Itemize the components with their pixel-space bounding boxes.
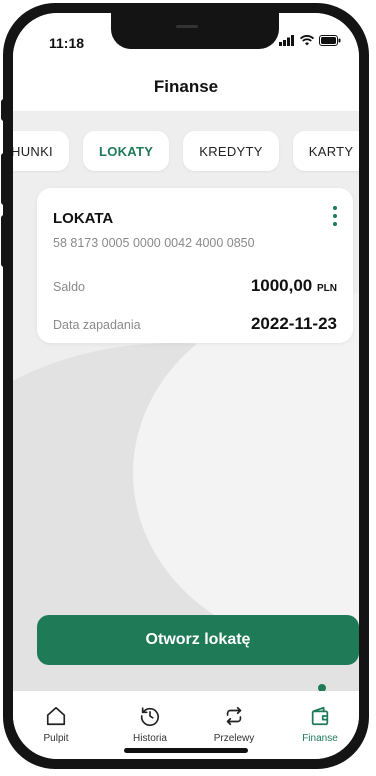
- account-number: 58 8173 0005 0000 0042 4000 0850: [53, 236, 255, 250]
- deposit-card[interactable]: LOKATA 58 8173 0005 0000 0042 4000 0850 …: [37, 188, 353, 343]
- header: 11:18 Finanse: [13, 13, 359, 111]
- menu-dot: [333, 222, 337, 226]
- menu-dot: [333, 214, 337, 218]
- side-button: [1, 215, 7, 267]
- maturity-date: 2022-11-23: [250, 314, 337, 333]
- tab-rachunki[interactable]: HUNKI: [13, 131, 69, 171]
- history-icon: [140, 707, 160, 727]
- speaker: [176, 25, 198, 28]
- status-icons: [279, 35, 341, 46]
- menu-dot: [333, 206, 337, 210]
- balance-value: 1000,00: [250, 276, 313, 295]
- status-time: 11:18: [49, 35, 85, 51]
- tab-karty[interactable]: KARTY: [292, 131, 359, 171]
- home-indicator: [124, 748, 248, 753]
- balance-currency: PLN: [317, 283, 337, 294]
- side-button: [1, 99, 7, 121]
- nav-przelewy[interactable]: Przelewy: [199, 705, 269, 744]
- tab-lokaty[interactable]: LOKATY: [82, 131, 170, 171]
- nav-pulpit[interactable]: Pulpit: [21, 705, 91, 744]
- nav-label: Przelewy: [213, 733, 255, 744]
- nav-label: Finanse: [302, 733, 338, 744]
- nav-label: Historia: [133, 733, 167, 744]
- phone-frame: 11:18 Finanse HUNKI LOKATY KREDYTY KARTY…: [1, 3, 369, 769]
- maturity-label: Data zapadania: [53, 318, 141, 332]
- balance-label: Saldo: [53, 280, 85, 294]
- home-icon: [46, 706, 66, 726]
- nav-historia[interactable]: Historia: [115, 705, 185, 744]
- nav-label: Pulpit: [43, 733, 69, 744]
- transfer-icon: [226, 706, 242, 726]
- app-screen: 11:18 Finanse HUNKI LOKATY KREDYTY KARTY…: [13, 13, 359, 759]
- product-tabs: HUNKI LOKATY KREDYTY KARTY: [13, 131, 359, 171]
- nav-finanse[interactable]: Finanse: [285, 705, 355, 744]
- deposit-title: LOKATA: [53, 210, 114, 227]
- balance-amount: 1000,00 PLN: [251, 276, 337, 296]
- wallet-icon: [311, 706, 329, 726]
- page-title: Finanse: [153, 77, 219, 96]
- more-vertical-icon[interactable]: [331, 206, 339, 226]
- open-deposit-button[interactable]: Otworz lokatę: [37, 615, 359, 665]
- battery-icon: [319, 35, 341, 46]
- wifi-icon: [300, 35, 314, 46]
- tab-kredyty[interactable]: KREDYTY: [183, 131, 279, 171]
- side-button: [1, 153, 7, 205]
- notch: [111, 13, 279, 49]
- signal-icon: [279, 35, 294, 46]
